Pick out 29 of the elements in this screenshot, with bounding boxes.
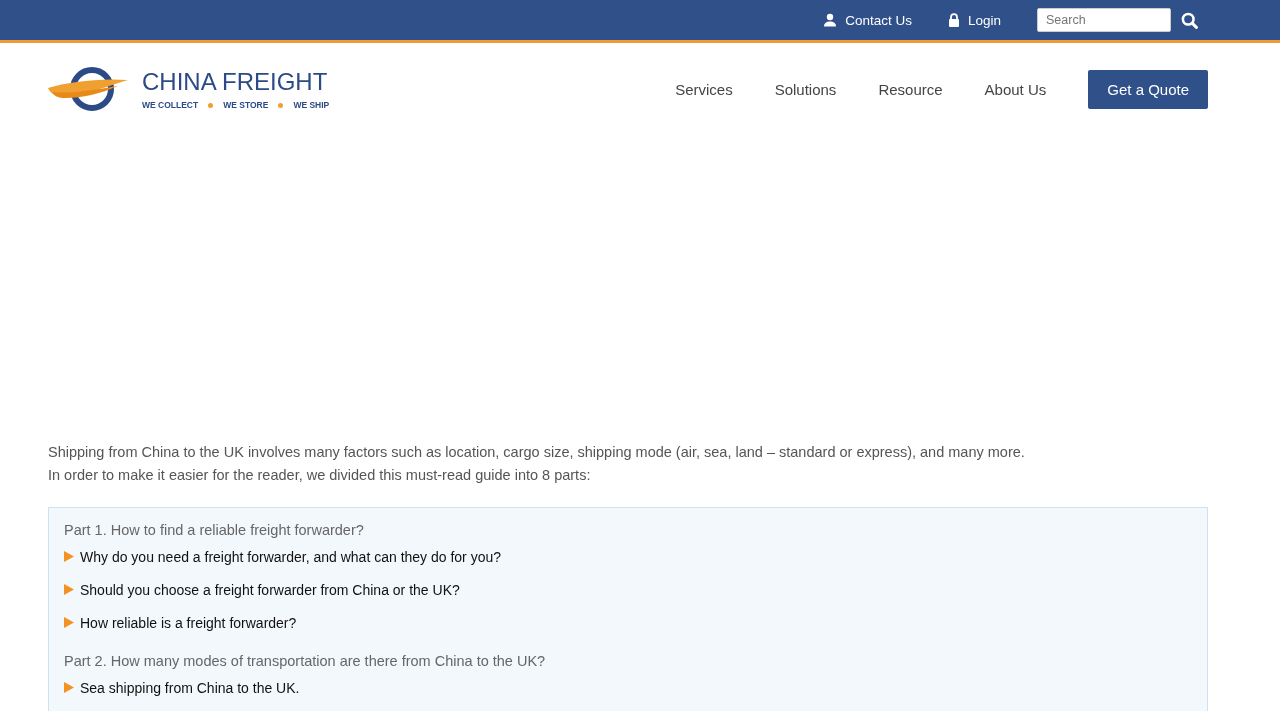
toc-item-link[interactable]: Why do you need a freight forwarder, and what can they do for you? <box>80 548 502 565</box>
nav-link[interactable]: Resource <box>878 80 943 98</box>
search-icon[interactable] <box>1181 11 1198 29</box>
toc-item-link[interactable]: Sea shipping from China to the UK. <box>80 679 300 696</box>
logo-name[interactable]: CHINA FREIGHT <box>142 68 330 96</box>
contact-us-link[interactable]: Contact Us <box>823 12 912 28</box>
triangle-icon <box>64 682 74 693</box>
triangle-icon <box>64 617 74 628</box>
person-icon <box>823 13 838 27</box>
intro-paragraph: Shipping from China to the UK involves many factors such as location, cargo size, shipping mode (air, sea, land – standard or express), and many more. <box>48 443 1026 462</box>
triangle-icon <box>64 584 74 595</box>
toc-part-link[interactable]: Part 1. How to find a reliable freight forwarder? <box>64 522 1192 538</box>
logo-tagline: WE COLLECT <box>142 100 199 110</box>
toc-part-link[interactable]: Part 2. How many modes of transportation are there from China to the UK? <box>64 653 1192 669</box>
lock-icon <box>947 13 960 27</box>
toc-item-link[interactable]: How reliable is a freight forwarder? <box>80 614 297 631</box>
nav-link[interactable]: Solutions <box>774 80 837 98</box>
nav-link[interactable]: About Us <box>984 80 1047 98</box>
triangle-icon <box>64 551 74 562</box>
intro-paragraph: In order to make it easier for the reader, we divided this must-read guide into 8 parts: <box>48 466 592 485</box>
search-field[interactable]: Search <box>1037 8 1171 32</box>
bullet-icon <box>278 102 284 108</box>
get-a-quote-button[interactable]: Get a Quote <box>1088 69 1208 109</box>
bullet-icon <box>208 102 214 108</box>
logo-tagline: WE SHIP <box>293 100 330 110</box>
nav-link[interactable]: Services <box>675 80 733 98</box>
login-link[interactable]: Login <box>947 12 1001 28</box>
logo-tagline: WE STORE <box>223 100 269 110</box>
toc-item-link[interactable]: Should you choose a freight forwarder from China or the UK? <box>80 581 460 598</box>
